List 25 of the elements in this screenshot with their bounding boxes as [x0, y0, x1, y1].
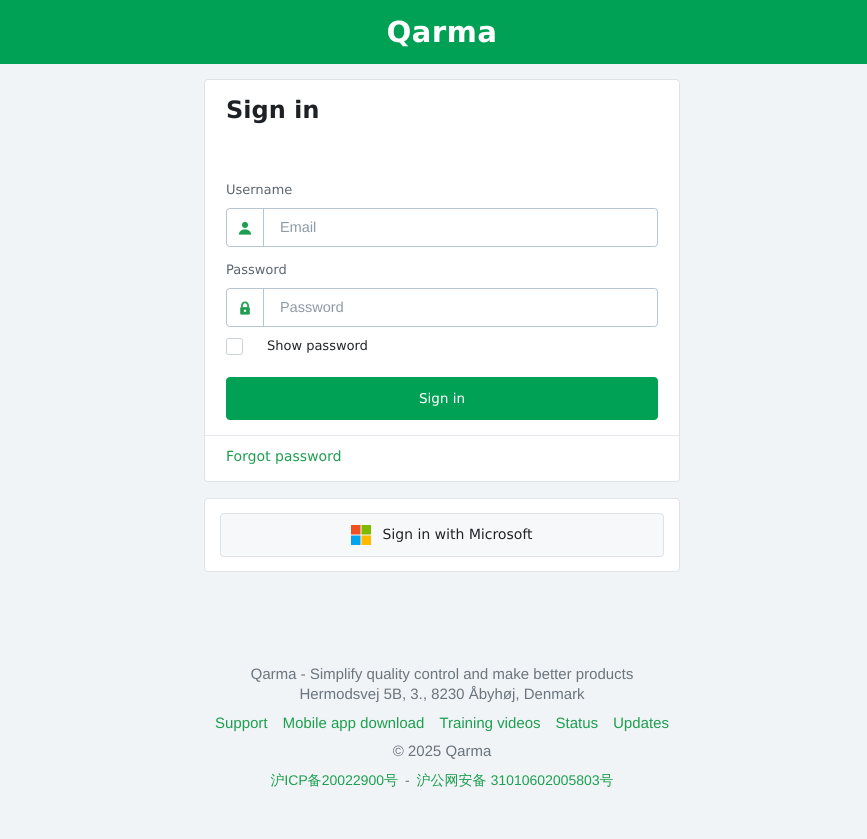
four-squares-icon [351, 525, 372, 545]
password-label: Password [226, 262, 287, 280]
logo[interactable]: Qarma [386, 14, 498, 50]
password-field[interactable]: Password [264, 288, 658, 327]
username-label: Username [226, 182, 292, 200]
footer-link[interactable]: Status [556, 714, 598, 734]
page-title: Sign in [226, 95, 320, 126]
footer-link[interactable]: Mobile app download [282, 714, 424, 734]
show-password-label: Show password [267, 338, 368, 355]
address-text: Hermodsvej 5B, 3., 8230 Åbyhøj, Denmark [299, 685, 585, 705]
footer-link[interactable]: Support [215, 714, 268, 734]
padlock-icon [226, 288, 264, 327]
microsoft-sign-in-button[interactable]: Sign in with Microsoft [220, 513, 664, 557]
tagline-text: Qarma - Simplify quality control and make better products [250, 665, 634, 685]
footer-link[interactable]: Updates [613, 714, 669, 734]
forgot-password-link[interactable]: Forgot password [226, 449, 342, 465]
sign-in-button[interactable]: Sign in [226, 377, 658, 420]
separator-text: - [405, 771, 410, 790]
footer-link[interactable]: Training videos [439, 714, 541, 734]
person-icon [226, 208, 264, 247]
show-password-checkbox[interactable] [226, 338, 243, 355]
registration-link[interactable]: 沪公网安备 31010602005803号 [416, 770, 614, 790]
copyright-text: © 2025 Qarma [392, 742, 492, 762]
email-field[interactable]: Email [264, 208, 658, 247]
registration-link[interactable]: 沪ICP备20022900号 [270, 770, 398, 790]
